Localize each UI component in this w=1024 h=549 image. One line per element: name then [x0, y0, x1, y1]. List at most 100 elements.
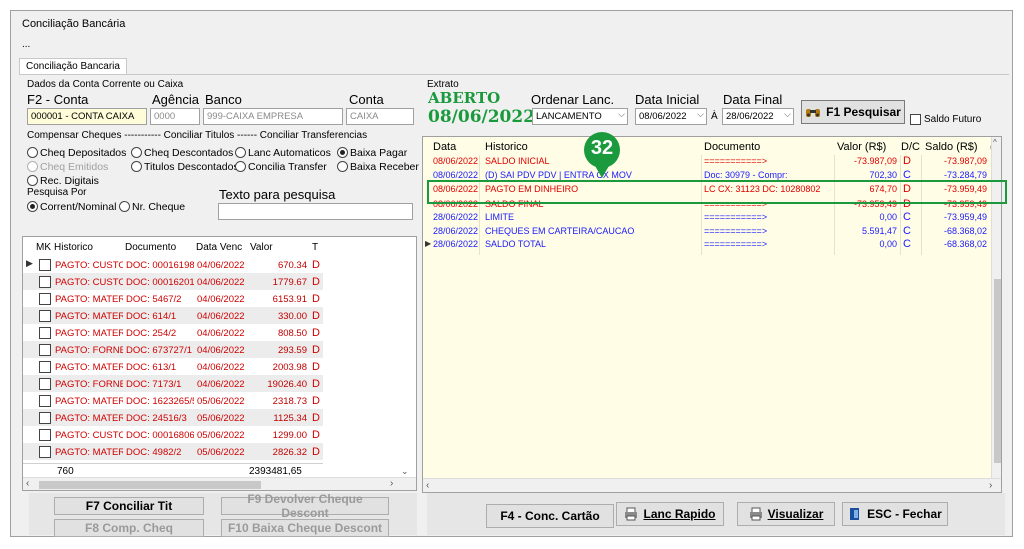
cell-valor: 1299.00 [272, 430, 307, 441]
table-row[interactable]: PAGTO: CUSTODOC: 000168061/05/06/2022 129… [23, 426, 323, 443]
table-row[interactable]: PAGTO: FORNECDOC: 673727/1 04/06/2022 293.… [23, 341, 323, 358]
col-t[interactable]: T [312, 242, 318, 253]
table-row[interactable]: PAGTO: CUSTODOC: 000162019/04/06/2022 177… [23, 273, 323, 290]
conta-field[interactable]: 000001 - CONTA CAIXA [27, 108, 147, 125]
cell-historico: SALDO FINAL [485, 199, 544, 209]
option-concilia-transfer[interactable]: Concilia Transfer [235, 161, 327, 173]
col-valor[interactable]: Valor (R$) [837, 141, 886, 153]
mk-checkbox[interactable] [39, 276, 51, 288]
table-row[interactable]: PAGTO: MATERI DOC: 613/1 04/06/2022 2003.98… [23, 358, 323, 375]
cell-saldo: -68.368,02 [943, 239, 987, 249]
agencia-field[interactable]: 0000 [150, 108, 200, 125]
col-data-venc[interactable]: Data Venc [196, 242, 242, 253]
f10-baixa-button[interactable]: F10 Baixa Cheque Descont [221, 519, 389, 537]
visualizar-button[interactable]: Visualizar [737, 502, 835, 526]
table-row[interactable]: PAGTO: MATERI DOC: 1623265/5 05/06/2022 231… [23, 392, 323, 409]
extrato-row[interactable]: ▶ 28/06/2022 SALDO TOTAL ===========> 0,00 C -… [423, 238, 991, 250]
data-inicial-field[interactable]: 08/06/2022 ⌵ [635, 108, 707, 125]
col-data[interactable]: Data [433, 141, 456, 153]
col-documento[interactable]: Documento [125, 242, 176, 253]
scroll-thumb[interactable] [39, 481, 261, 489]
extrato-row[interactable]: 28/06/2022 LIMITE ===========> 0,00 C -73.959… [423, 211, 991, 223]
radio-icon [27, 147, 38, 158]
cell-dc: C [903, 211, 911, 223]
scroll-thumb[interactable] [994, 279, 1001, 463]
mk-checkbox[interactable] [39, 293, 51, 305]
option-lanc-automaticos[interactable]: Lanc Automaticos [235, 147, 331, 159]
banco-field[interactable]: 999-CAIXA EMPRESA [203, 108, 343, 125]
col-historico[interactable]: Historico [485, 141, 528, 153]
option-cheq-descontados[interactable]: Cheq Descontados [131, 147, 233, 159]
mk-checkbox[interactable] [39, 310, 51, 322]
radio-selected-icon [337, 147, 348, 158]
printer-icon [749, 507, 762, 521]
option-corrent-nominal[interactable]: Corrent/Nominal [27, 201, 116, 213]
col-saldo[interactable]: Saldo (R$) [925, 141, 978, 153]
tab-conciliacao[interactable]: Conciliação Bancaria [19, 58, 127, 75]
option-label: Cheq Emitidos [40, 161, 109, 173]
option-rec-digitais[interactable]: Rec. Digitais [27, 175, 99, 187]
option-baixa-receber[interactable]: Baixa Receber [337, 161, 419, 173]
mk-checkbox[interactable] [39, 395, 51, 407]
mk-checkbox[interactable] [39, 446, 51, 458]
table-row[interactable]: PAGTO: MATERI DOC: 614/1 04/06/2022 330.00 D [23, 307, 323, 324]
table-row[interactable]: PAGTO: FORNECDOC: 7173/1 04/06/2022 19026.… [23, 375, 323, 392]
cell-documento: DOC: 4982/2 [126, 447, 182, 458]
radio-icon [131, 161, 142, 172]
mk-checkbox[interactable] [39, 429, 51, 441]
f4-conc-cartao-button[interactable]: F4 - Conc. Cartão [486, 504, 614, 528]
mk-checkbox[interactable] [39, 361, 51, 373]
scroll-left-icon[interactable]: ‹ [426, 480, 429, 491]
table-row[interactable]: PAGTO: MATERI DOC: 254/2 04/06/2022 808.50 D [23, 324, 323, 341]
f9-devolver-button[interactable]: F9 Devolver Cheque Descont [221, 492, 389, 520]
scroll-up-icon[interactable]: ^ [993, 138, 997, 147]
mk-checkbox[interactable] [39, 378, 51, 390]
extrato-row[interactable]: 08/06/2022 SALDO FINAL ===========> -73.959… [423, 198, 991, 210]
col-valor[interactable]: Valor [250, 242, 273, 253]
extrato-row[interactable]: 08/06/2022 (D) SAI PDV PDV | ENTRA CX MOV… [423, 169, 991, 181]
horizontal-scrollbar[interactable]: ‹ › [23, 477, 416, 490]
option-titulos-descontados[interactable]: Titulos Descontados [131, 161, 239, 173]
mk-checkbox[interactable] [39, 327, 51, 339]
col-dc[interactable]: D/C [901, 141, 920, 153]
option-cheq-emitidos[interactable]: Cheq Emitidos [27, 161, 108, 173]
f7-conciliar-button[interactable]: F7 Conciliar Tit [54, 497, 204, 515]
f1-pesquisar-button[interactable]: F1 Pesquisar [801, 100, 905, 124]
scroll-left-icon[interactable]: ‹ [26, 478, 29, 489]
mk-checkbox[interactable] [39, 412, 51, 424]
extrato-row[interactable]: 28/06/2022 CHEQUES EM CARTEIRA/CAUCAO ====… [423, 225, 991, 237]
scroll-down-icon[interactable]: ⌄ [401, 466, 409, 477]
pesquisar-label: F1 Pesquisar [826, 105, 901, 119]
table-row[interactable]: PAGTO: MATERI DOC: 4982/2 05/06/2022 2826.3… [23, 443, 323, 460]
col-mk[interactable]: MK [36, 242, 51, 253]
scroll-right-icon[interactable]: › [989, 480, 992, 491]
data-final-field[interactable]: 28/06/2022 ⌵ [722, 108, 794, 125]
saldo-futuro-checkbox[interactable] [910, 114, 921, 125]
cell-valor: 293.59 [277, 345, 307, 356]
extrato-row[interactable]: 08/06/2022 PAGTO EM DINHEIRO LC CX: 31123 … [423, 183, 991, 195]
option-nr-cheque[interactable]: Nr. Cheque [119, 201, 185, 213]
pesquisa-title: Pesquisa Por [27, 187, 87, 198]
table-row[interactable]: ▶ PAGTO: CUSTODOC: 000161987/04/06/2022 67… [23, 256, 323, 273]
extrato-row[interactable]: 08/06/2022 SALDO INICIAL ===========> -73.9… [423, 155, 991, 167]
f8-comp-cheq-button[interactable]: F8 Comp. Cheq [54, 519, 204, 537]
grid-divider [23, 463, 323, 464]
horizontal-scrollbar[interactable]: ‹ › [423, 478, 1001, 492]
mk-checkbox[interactable] [39, 344, 51, 356]
scroll-right-icon[interactable]: › [390, 478, 393, 489]
texto-pesquisa-input[interactable] [218, 203, 413, 220]
vertical-scrollbar[interactable]: ^ [991, 137, 1001, 478]
col-documento[interactable]: Documento [704, 141, 760, 153]
table-row[interactable]: PAGTO: MATERI DOC: 5467/2 04/06/2022 6153.9… [23, 290, 323, 307]
cell-t: D [312, 310, 320, 322]
lanc-rapido-button[interactable]: Lanc Rapido [616, 502, 724, 526]
esc-fechar-button[interactable]: ESC - Fechar [842, 502, 948, 526]
conta2-field[interactable]: CAIXA [346, 108, 414, 125]
option-cheq-depositados[interactable]: Cheq Depositados [27, 147, 126, 159]
col-historico[interactable]: Historico [54, 242, 93, 253]
table-row[interactable]: PAGTO: MATERI DOC: 24516/3 05/06/2022 1125.… [23, 409, 323, 426]
ordenar-select[interactable]: LANCAMENTO ⌵ [532, 108, 628, 125]
option-baixa-pagar[interactable]: Baixa Pagar [337, 147, 407, 159]
cell-valor: 0,00 [879, 239, 897, 249]
mk-checkbox[interactable] [39, 259, 51, 271]
